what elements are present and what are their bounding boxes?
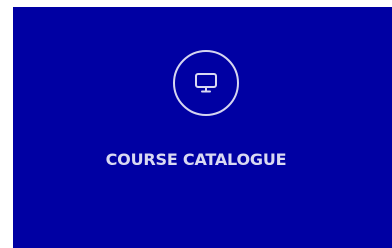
course-catalogue-tile[interactable] <box>13 7 392 248</box>
tile-label: COURSE CATALOGUE <box>105 150 287 169</box>
monitor-icon <box>193 72 219 94</box>
icon-circle <box>173 50 239 116</box>
